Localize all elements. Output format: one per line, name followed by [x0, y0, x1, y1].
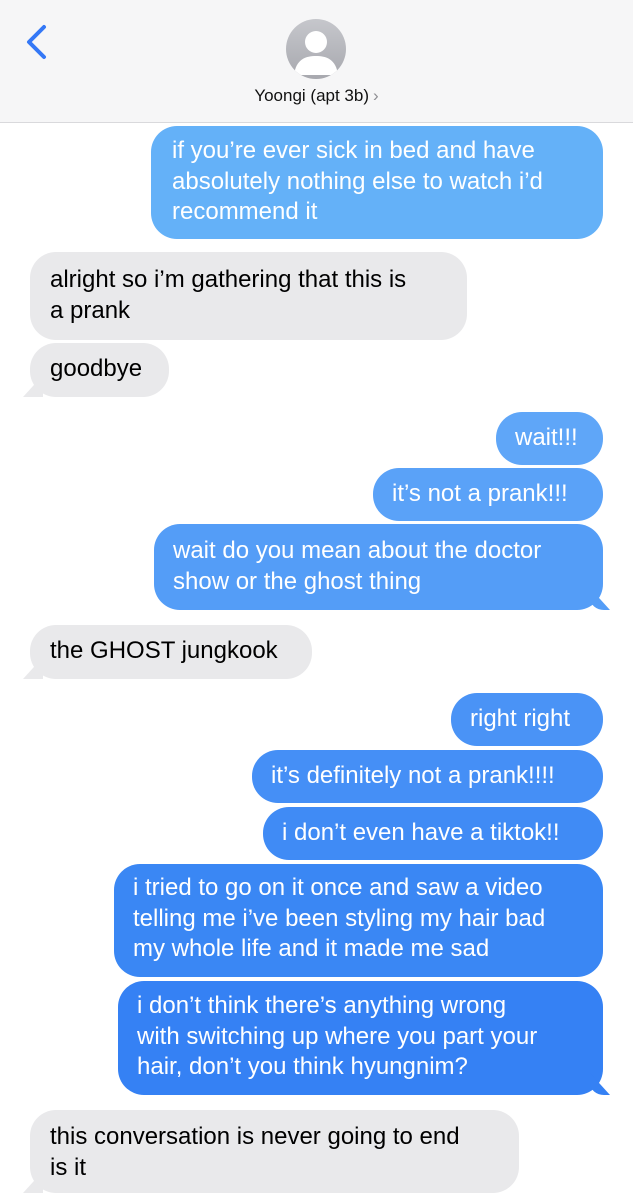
conversation-header: Yoongi (apt 3b) ›: [0, 0, 633, 123]
message-bubble-sent[interactable]: right right: [451, 693, 603, 746]
message-line: with switching up where you part your: [137, 1022, 538, 1050]
chevron-right-icon: ›: [373, 86, 379, 105]
person-silhouette-icon: [294, 31, 338, 75]
message-bubble-sent[interactable]: if you’re ever sick in bed and have abso…: [151, 126, 603, 239]
message-line: i don’t think there’s anything wrong: [137, 992, 507, 1019]
message-bubble-received[interactable]: this conversation is never going to end …: [30, 1110, 519, 1193]
message-bubble-received[interactable]: alright so i’m gathering that this is a …: [30, 252, 467, 340]
message-bubble-sent[interactable]: i tried to go on it once and saw a video…: [114, 864, 603, 977]
message-line: this conversation is never going to end: [50, 1123, 460, 1150]
contact-avatar[interactable]: [286, 19, 346, 79]
message-line: show or the ghost thing: [173, 567, 422, 595]
message-line: if you’re ever sick in bed and have: [172, 137, 535, 164]
message-line: goodbye: [50, 355, 143, 382]
message-line: right right: [470, 705, 571, 732]
message-line: hair, don’t you think hyungnim?: [137, 1053, 468, 1080]
message-line: wait!!!: [515, 424, 578, 451]
message-bubble-sent[interactable]: wait!!!: [496, 412, 603, 465]
message-line: i don’t even have a tiktok!!: [282, 819, 560, 846]
message-bubble-sent[interactable]: it’s definitely not a prank!!!!: [252, 750, 603, 803]
message-line: alright so i’m gathering that this is: [50, 266, 407, 293]
contact-name-button[interactable]: Yoongi (apt 3b) ›: [0, 86, 633, 106]
message-line: wait do you mean about the doctor: [173, 537, 542, 564]
message-line: it’s not a prank!!!: [392, 480, 568, 507]
message-line: absolutely nothing else to watch i’d: [172, 167, 543, 195]
message-bubble-received[interactable]: the GHOST jungkook: [30, 625, 312, 679]
message-bubble-received[interactable]: goodbye: [30, 343, 169, 397]
message-line: a prank: [50, 296, 131, 324]
message-line: my whole life and it made me sad: [133, 935, 490, 962]
message-line: is it: [50, 1153, 86, 1181]
message-line: it’s definitely not a prank!!!!: [271, 762, 555, 789]
contact-name-label: Yoongi (apt 3b): [254, 86, 369, 105]
message-bubble-sent[interactable]: i don’t even have a tiktok!!: [263, 807, 603, 860]
message-bubble-sent[interactable]: wait do you mean about the doctor show o…: [154, 524, 603, 610]
message-line: i tried to go on it once and saw a video: [133, 874, 543, 901]
message-line: the GHOST jungkook: [50, 637, 278, 664]
message-bubble-sent[interactable]: i don’t think there’s anything wrong wit…: [118, 981, 603, 1095]
message-bubble-sent[interactable]: it’s not a prank!!!: [373, 468, 603, 521]
message-line: telling me i’ve been styling my hair bad: [133, 904, 546, 932]
message-line: recommend it: [172, 198, 318, 225]
chevron-left-icon[interactable]: [22, 24, 52, 60]
